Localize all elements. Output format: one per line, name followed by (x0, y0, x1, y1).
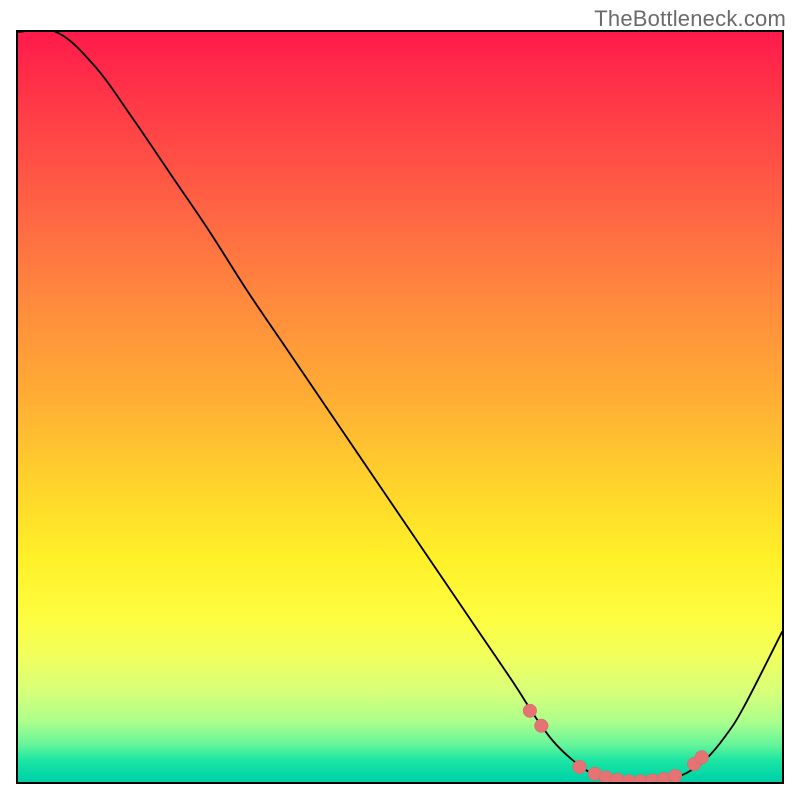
marker-dot (668, 769, 682, 782)
marker-dot (573, 760, 587, 774)
marker-dot (534, 719, 548, 733)
marker-dot (523, 704, 537, 718)
marker-dot (695, 751, 709, 765)
chart-container: TheBottleneck.com (0, 0, 800, 800)
marker-group (523, 704, 709, 782)
chart-svg (18, 32, 782, 782)
attribution-text: TheBottleneck.com (594, 6, 786, 32)
bottleneck-curve (18, 32, 782, 782)
plot-area (16, 30, 784, 784)
